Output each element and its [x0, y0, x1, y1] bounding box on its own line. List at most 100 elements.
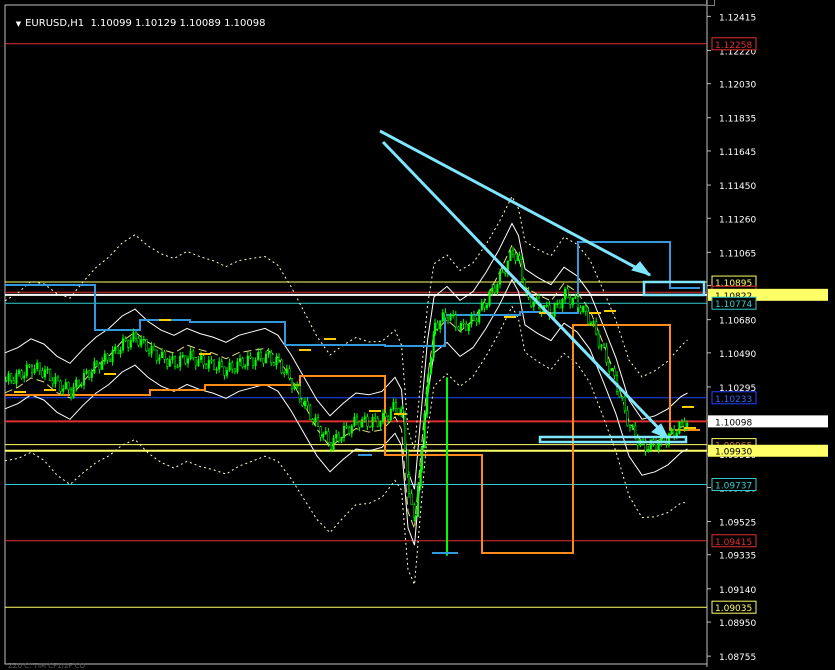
- candle-body: [10, 373, 13, 381]
- candle-body: [472, 315, 476, 321]
- candle-body: [192, 351, 195, 358]
- level-label-11: 1.09035: [715, 604, 752, 614]
- candle-body: [433, 322, 437, 335]
- candle-body: [262, 358, 265, 364]
- candle-body: [127, 340, 130, 348]
- candle-body: [478, 309, 481, 323]
- candle-body: [621, 396, 624, 399]
- candle-body: [608, 362, 611, 372]
- candle-body: [361, 418, 364, 428]
- candle-body: [176, 366, 179, 368]
- candle-body: [574, 296, 577, 299]
- y-tick-label: 1.11260: [719, 215, 756, 225]
- candle-body: [324, 431, 327, 435]
- y-tick-label: 1.11065: [719, 249, 756, 259]
- window-restore-icon[interactable]: [706, 0, 715, 6]
- candle-body: [129, 340, 132, 348]
- candle-body: [314, 417, 317, 422]
- candle-body: [584, 305, 587, 312]
- candle-body: [389, 408, 392, 420]
- candle-body: [673, 429, 676, 437]
- candle-body: [108, 359, 112, 363]
- plot-frame: [4, 4, 708, 665]
- candle-body: [171, 356, 174, 360]
- candle-body: [223, 366, 226, 376]
- candle-body: [514, 253, 517, 261]
- candle-body: [309, 405, 312, 420]
- candle-body: [249, 355, 252, 359]
- candle-body: [306, 401, 309, 407]
- candle-body: [675, 433, 678, 437]
- candle-body: [628, 425, 632, 428]
- bollinger-lower-inner: [4, 278, 688, 546]
- bollinger-lower-outer: [4, 305, 688, 585]
- candle-body: [613, 368, 616, 376]
- y-tick-label: 1.08755: [719, 653, 756, 663]
- candle-body: [225, 370, 229, 376]
- candle-body: [407, 474, 411, 495]
- price-chart[interactable]: 1.12415 1.12220 1.12030 1.11835 1.11645 1.114…: [0, 0, 835, 670]
- candle-body: [381, 412, 385, 422]
- candle-body: [301, 398, 304, 407]
- candle-body: [426, 388, 429, 415]
- candle-body: [384, 412, 387, 417]
- candle-body: [121, 338, 125, 351]
- candle-body: [267, 352, 270, 355]
- y-tick-label: 1.11835: [719, 115, 756, 125]
- candle-body: [179, 355, 182, 367]
- candle-body: [106, 353, 109, 361]
- candle-body: [485, 304, 489, 308]
- candle-body: [647, 448, 650, 452]
- candle-body: [678, 421, 681, 434]
- candle-body: [160, 351, 164, 359]
- candle-body: [207, 359, 210, 369]
- candle-body: [293, 385, 296, 389]
- candle-body: [353, 416, 356, 427]
- candle-body: [597, 333, 600, 347]
- candle-body: [75, 379, 78, 388]
- candle-body: [246, 355, 249, 367]
- candle-body: [51, 380, 54, 385]
- candle-body: [374, 416, 377, 419]
- candle-body: [277, 357, 281, 361]
- candle-body: [423, 413, 426, 448]
- y-tick-label: 1.09335: [719, 552, 756, 562]
- candle-body: [335, 433, 338, 439]
- candle-body: [602, 344, 606, 348]
- chart-canvas[interactable]: 1.124151.122201.120301.118351.116451.114…: [0, 0, 835, 667]
- candle-body: [618, 391, 621, 398]
- candle-body: [64, 382, 67, 390]
- level-label-6: 1.10098: [715, 418, 752, 428]
- candle-body: [36, 362, 39, 370]
- candle-body: [595, 321, 598, 335]
- candle-body: [62, 388, 65, 392]
- candle-body: [80, 384, 83, 387]
- candle-body: [116, 346, 119, 354]
- candle-body: [337, 433, 340, 442]
- candle-body: [518, 255, 521, 260]
- candle-body: [15, 373, 18, 384]
- dropdown-triangle-icon[interactable]: ▼: [16, 20, 21, 28]
- candle-body: [210, 359, 213, 362]
- candle-body: [25, 364, 28, 377]
- candle-body: [368, 426, 372, 428]
- candle-body: [680, 421, 684, 424]
- candle-body: [670, 429, 673, 435]
- candle-body: [264, 353, 268, 364]
- chart-header: ▼ EURUSD,H1 1.10099 1.10129 1.10089 1.100…: [3, 7, 266, 40]
- y-tick-label: 1.10490: [719, 350, 756, 360]
- candle-body: [355, 416, 359, 423]
- candle-body: [218, 361, 221, 370]
- candle-body: [589, 322, 593, 325]
- candle-body: [285, 368, 288, 374]
- candle-body: [54, 376, 57, 385]
- candle-body: [132, 332, 135, 341]
- y-tick-label: 1.11450: [719, 182, 756, 192]
- candle-body: [493, 287, 496, 293]
- y-tick-label: 1.11645: [719, 148, 756, 158]
- candle-body: [231, 362, 234, 370]
- candle-body: [82, 372, 86, 386]
- level-label-4: 1.10774: [715, 300, 752, 310]
- candle-body: [444, 312, 447, 319]
- candle-body: [85, 370, 88, 374]
